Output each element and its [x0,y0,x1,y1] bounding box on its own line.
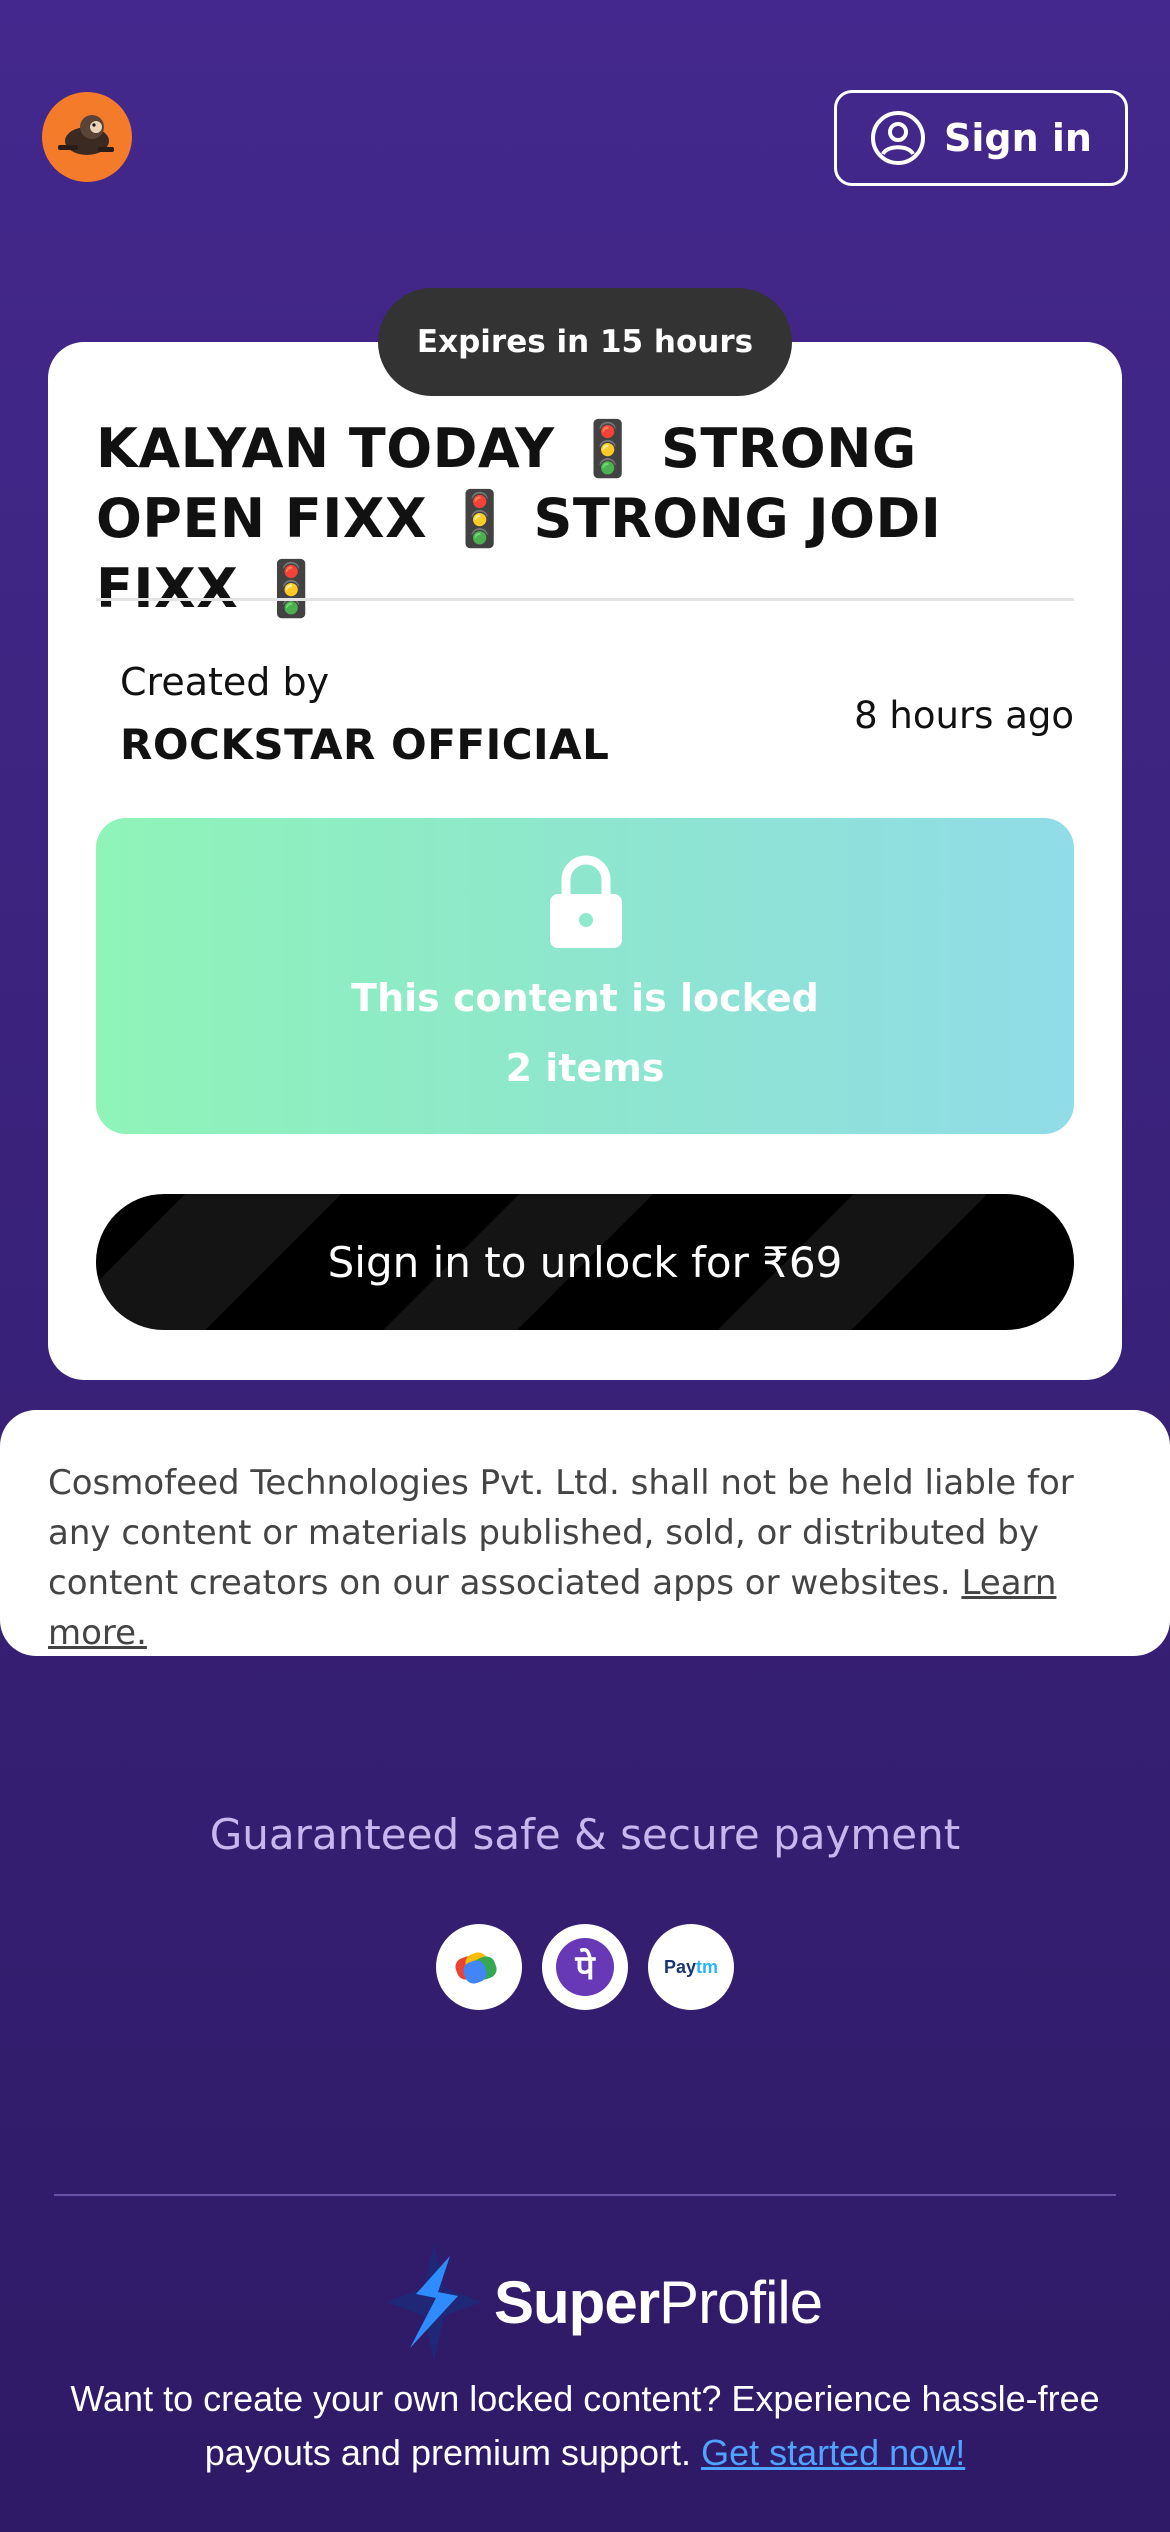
items-count: 2 items [505,1046,665,1090]
superprofile-logo[interactable]: SuperProfile [386,2244,823,2360]
divider [96,598,1074,601]
get-started-link[interactable]: Get started now! [701,2432,965,2473]
disclaimer: Cosmofeed Technologies Pvt. Ltd. shall n… [0,1410,1170,1656]
footer-text: Want to create your own locked content? … [40,2372,1130,2480]
monkey-icon [58,115,114,155]
brand-bold: Super [494,2268,660,2336]
secure-payment-text: Guaranteed safe & secure payment [209,1810,961,1859]
content-title: KALYAN TODAY 🚦 STRONG OPEN FIXX 🚦 STRONG… [96,417,942,620]
monkey-avatar-icon[interactable] [42,92,132,182]
user-circle-icon [871,111,926,165]
lock-icon [550,855,622,948]
google-pay-icon [436,1924,522,2010]
expires-badge: Expires in 15 hours [378,288,792,396]
timestamp: 8 hours ago [854,694,1074,737]
brand-regular: Profile [659,2268,823,2336]
disclaimer-text: Cosmofeed Technologies Pvt. Ltd. shall n… [48,1463,1074,1603]
sign-in-button[interactable]: Sign in [834,90,1128,186]
locked-content-card: KALYAN TODAY 🚦 STRONG OPEN FIXX 🚦 STRONG… [48,342,1122,1380]
svg-text:पे: पे [574,1947,596,1988]
payment-methods: पे Paytm [436,1924,734,2010]
locked-message: This content is locked [351,976,819,1020]
footer-divider [54,2194,1116,2196]
unlock-button[interactable]: Sign in to unlock for ₹69 [96,1194,1074,1330]
paytm-icon: Paytm [648,1924,734,2010]
sign-in-label: Sign in [944,116,1092,160]
phonepe-icon: पे [542,1924,628,2010]
locked-content-box: This content is locked 2 items [96,818,1074,1134]
lightning-star-icon [386,2244,482,2360]
creator-name[interactable]: ROCKSTAR OFFICIAL [120,720,609,769]
created-by-label: Created by [120,660,330,704]
svg-text:Paytm: Paytm [664,1957,718,1977]
